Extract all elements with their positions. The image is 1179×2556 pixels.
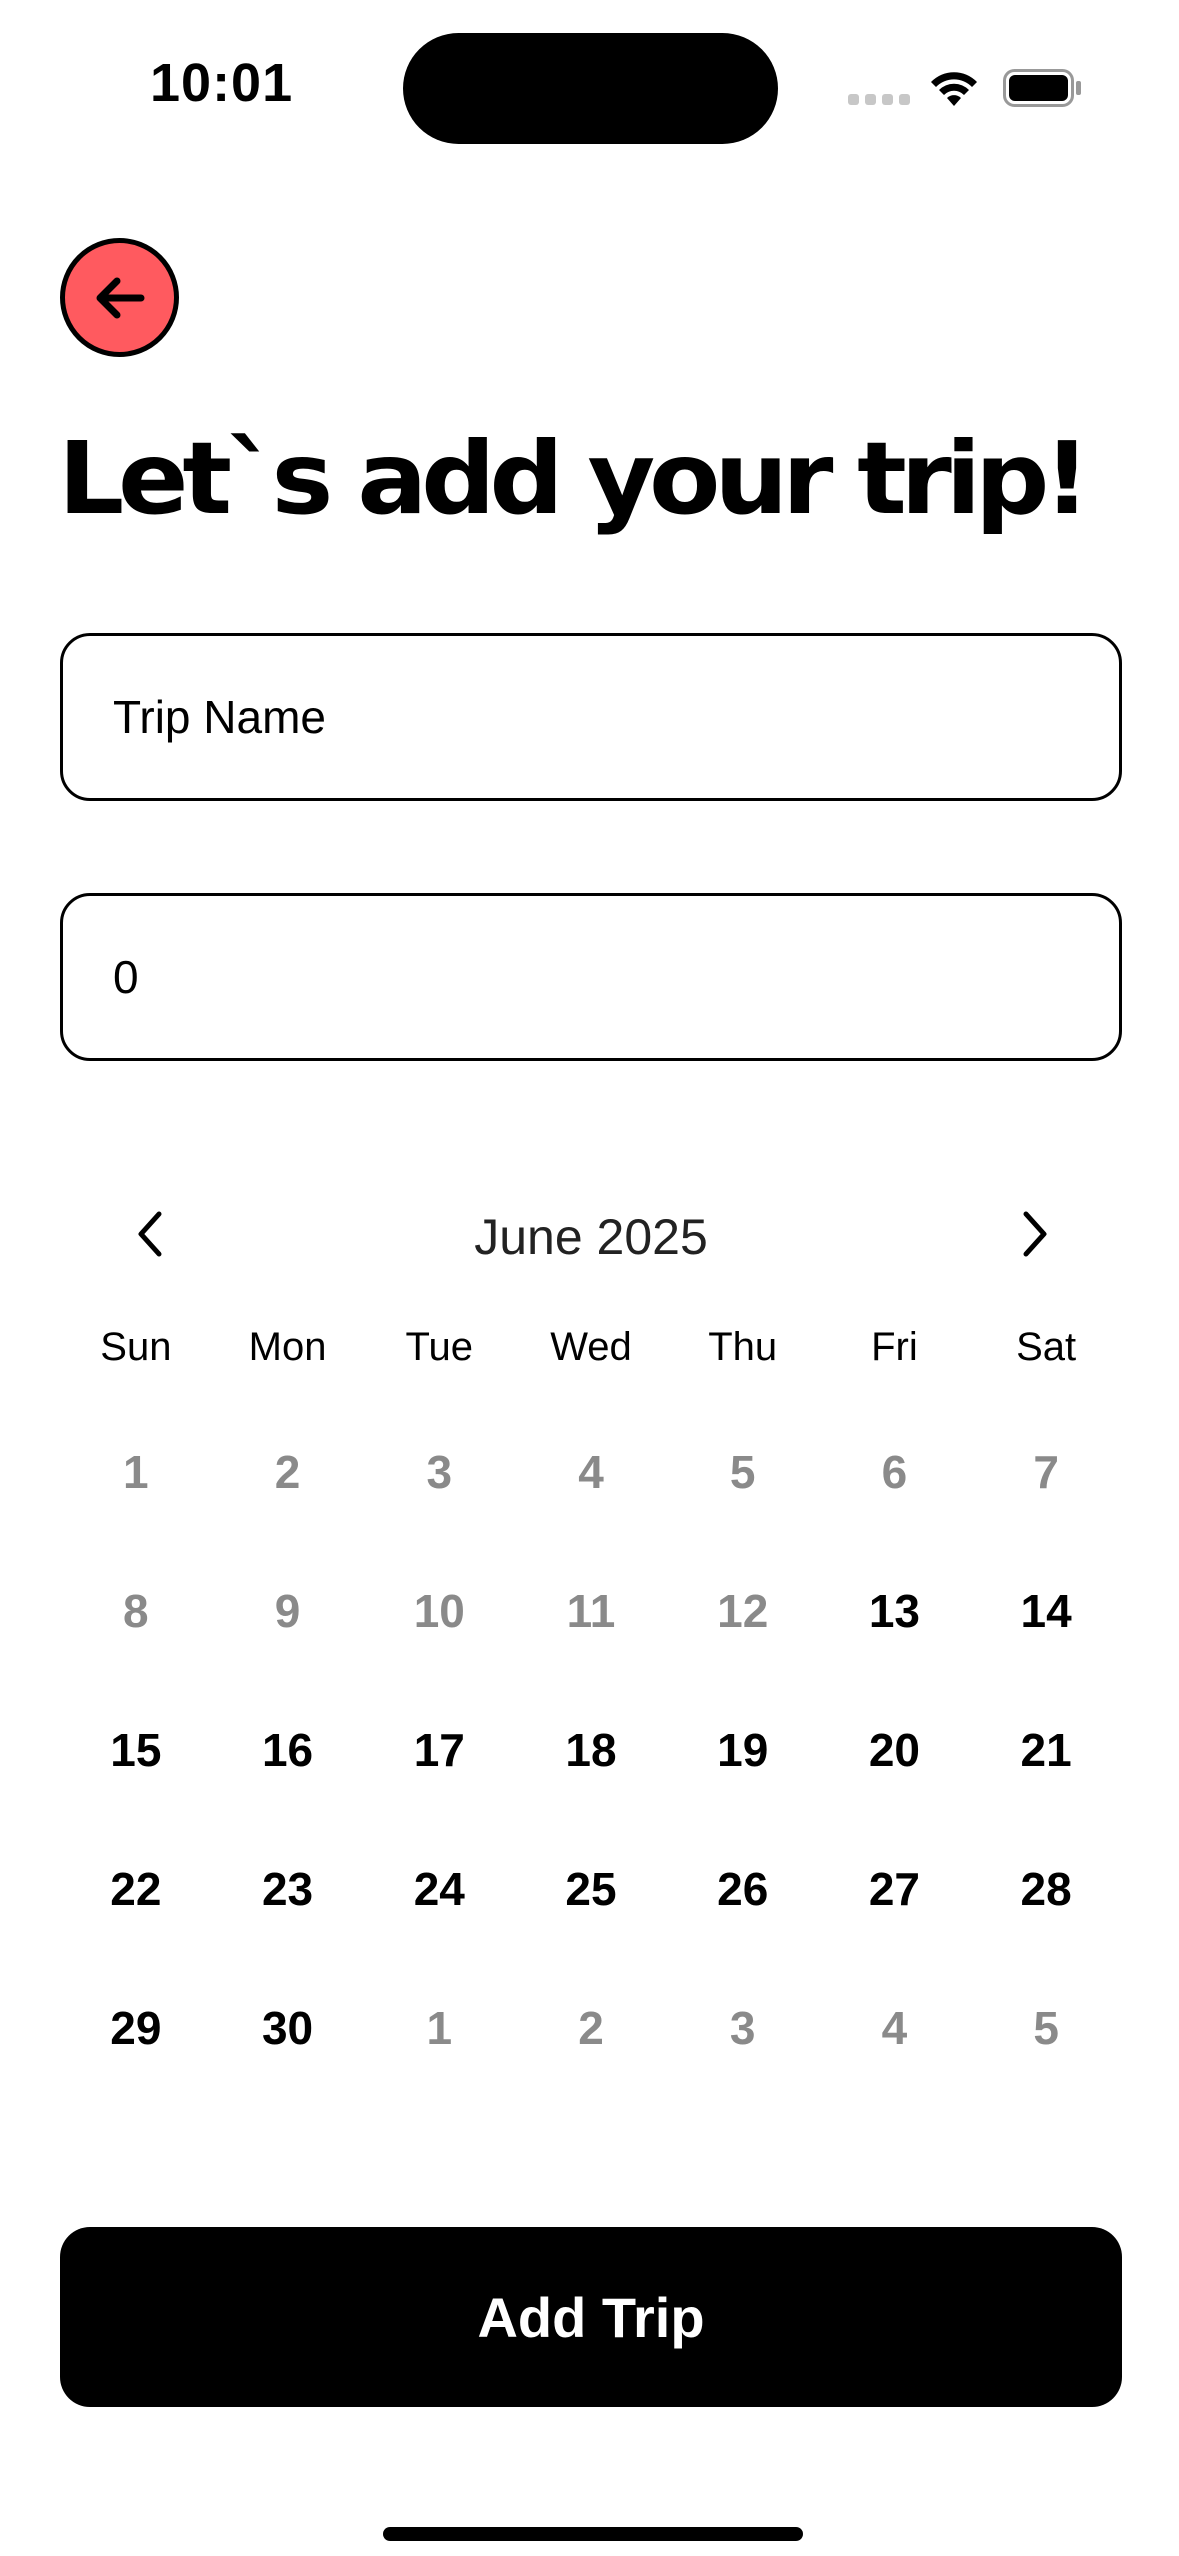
home-indicator bbox=[383, 2527, 803, 2541]
calendar-day: 1 bbox=[123, 1446, 149, 1498]
back-button[interactable] bbox=[60, 238, 179, 357]
calendar-day[interactable]: 30 bbox=[212, 1966, 364, 2105]
add-trip-button[interactable]: Add Trip bbox=[60, 2227, 1122, 2407]
calendar-day[interactable]: 28 bbox=[970, 1827, 1122, 1966]
weekday-label: Sun bbox=[100, 1325, 172, 1369]
calendar-day[interactable]: 19 bbox=[667, 1688, 819, 1827]
calendar-day: 2 bbox=[274, 1446, 301, 1498]
calendar-day[interactable]: 15 bbox=[60, 1688, 212, 1827]
calendar-day: 2 bbox=[578, 2002, 604, 2054]
calendar-day[interactable]: 21 bbox=[970, 1688, 1122, 1827]
calendar-day[interactable]: 22 bbox=[60, 1827, 212, 1966]
calendar-day: 1 bbox=[426, 2002, 453, 2054]
trip-name-field[interactable] bbox=[60, 633, 1122, 801]
calendar-day: 8 bbox=[123, 1585, 149, 1637]
calendar-day[interactable]: 26 bbox=[667, 1827, 819, 1966]
amount-field[interactable] bbox=[60, 893, 1122, 1061]
calendar-day[interactable]: 17 bbox=[363, 1688, 515, 1827]
weekday-label: Fri bbox=[871, 1325, 918, 1369]
calendar-day[interactable]: 20 bbox=[819, 1688, 971, 1827]
calendar-day: 7 bbox=[1033, 1446, 1059, 1498]
weekday-label: Sat bbox=[1016, 1325, 1077, 1369]
next-month-button[interactable] bbox=[1006, 1206, 1062, 1262]
weekday-label: Tue bbox=[405, 1325, 473, 1369]
calendar-header: June 2025 bbox=[60, 1180, 1122, 1290]
calendar-month-label: June 2025 bbox=[474, 1209, 708, 1265]
calendar-day: 3 bbox=[729, 2002, 756, 2054]
wifi-icon bbox=[931, 72, 977, 106]
calendar-day: 10 bbox=[413, 1585, 465, 1637]
calendar-day[interactable]: 18 bbox=[515, 1688, 667, 1827]
calendar-day: 4 bbox=[578, 1446, 604, 1498]
calendar-day: 5 bbox=[1033, 2002, 1059, 2054]
calendar-grid: 1 2 3 4 5 6 7 8 9 10 11 12 13 14 15 16 17 18 19 20 21 22 23 24 2… bbox=[60, 1410, 1122, 2105]
calendar-day[interactable]: 14 bbox=[970, 1549, 1122, 1688]
arrow-left-icon bbox=[96, 277, 144, 318]
calendar-day: 9 bbox=[274, 1585, 301, 1637]
calendar-weekdays: Sun Mon Tue Wed Thu Fri Sat bbox=[60, 1325, 1122, 1370]
calendar-day[interactable]: 27 bbox=[819, 1827, 971, 1966]
dynamic-island bbox=[403, 33, 778, 144]
calendar-day: 3 bbox=[426, 1446, 453, 1498]
calendar-day[interactable]: 23 bbox=[212, 1827, 364, 1966]
calendar-day[interactable]: 25 bbox=[515, 1827, 667, 1966]
battery-icon bbox=[1003, 69, 1081, 107]
calendar-day[interactable]: 13 bbox=[819, 1549, 971, 1688]
weekday-label: Wed bbox=[550, 1325, 632, 1369]
calendar-day: 6 bbox=[881, 1446, 908, 1498]
page-title: Let`s add your trip! bbox=[58, 420, 1091, 537]
calendar-day: 5 bbox=[729, 1446, 756, 1498]
amount-input[interactable] bbox=[113, 950, 1119, 1004]
calendar-day[interactable]: 24 bbox=[363, 1827, 515, 1966]
calendar-day: 4 bbox=[881, 2002, 908, 2054]
calendar-day[interactable]: 29 bbox=[60, 1966, 212, 2105]
weekday-label: Mon bbox=[248, 1325, 327, 1369]
weekday-label: Thu bbox=[708, 1325, 778, 1369]
status-time: 10:01 bbox=[150, 53, 294, 113]
calendar-day: 12 bbox=[717, 1585, 769, 1637]
calendar-day: 11 bbox=[566, 1585, 616, 1637]
trip-name-input[interactable] bbox=[113, 690, 1119, 744]
calendar-day[interactable]: 16 bbox=[212, 1688, 364, 1827]
cellular-signal-icon bbox=[848, 94, 910, 105]
chevron-right-icon bbox=[1023, 1211, 1047, 1257]
